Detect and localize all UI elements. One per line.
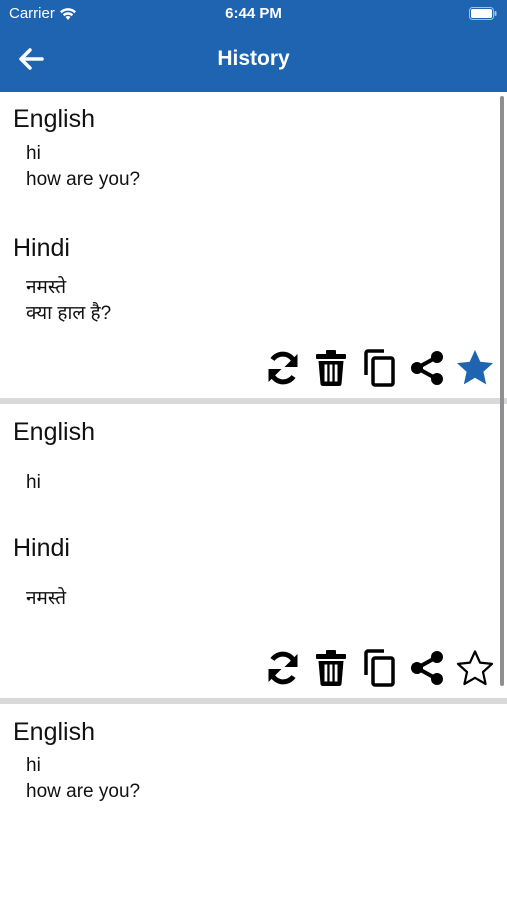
target-language-label: Hindi: [13, 534, 70, 562]
source-text[interactable]: hi how are you?: [26, 141, 140, 193]
text-line: क्या हाल है?: [26, 303, 112, 324]
history-list[interactable]: English hi how are you? Hindi नमस्ते क्य…: [0, 92, 507, 900]
copy-button[interactable]: [359, 648, 399, 688]
history-card: English hi Hindi नमस्ते: [0, 404, 507, 698]
history-card: English hi how are you? Hindi नमस्ते क्य…: [0, 92, 507, 398]
text-line: hi: [26, 143, 41, 164]
text-line: नमस्ते: [26, 588, 67, 609]
nav-bar: History: [0, 28, 507, 92]
target-text[interactable]: नमस्ते: [26, 586, 66, 612]
source-language-label: English: [13, 105, 95, 133]
source-text[interactable]: hi how are you?: [26, 753, 140, 805]
share-icon: [411, 351, 443, 385]
text-line: hi: [26, 755, 41, 776]
favorite-button[interactable]: [455, 348, 495, 388]
target-language-label: Hindi: [13, 234, 70, 262]
delete-button[interactable]: [311, 648, 351, 688]
source-language-label: English: [13, 418, 95, 446]
text-line: hi: [26, 472, 41, 493]
app-header: Carrier 6:44 PM History: [0, 0, 507, 92]
text-line: नमस्ते: [26, 277, 67, 298]
source-text[interactable]: hi: [26, 470, 41, 496]
card-actions: [263, 648, 495, 688]
share-button[interactable]: [407, 648, 447, 688]
card-actions: [263, 348, 495, 388]
copy-icon: [364, 349, 395, 387]
delete-button[interactable]: [311, 348, 351, 388]
target-text[interactable]: नमस्ते क्या हाल है?: [26, 275, 111, 327]
refresh-icon: [268, 651, 298, 685]
star-filled-icon: [457, 350, 493, 385]
text-line: how are you?: [26, 169, 141, 190]
favorite-button[interactable]: [455, 648, 495, 688]
trash-icon: [316, 650, 346, 687]
star-outline-icon: [456, 650, 494, 686]
copy-button[interactable]: [359, 348, 399, 388]
retranslate-button[interactable]: [263, 648, 303, 688]
status-time: 6:44 PM: [225, 5, 282, 22]
text-line: how are you?: [26, 781, 141, 802]
refresh-icon: [268, 351, 298, 385]
retranslate-button[interactable]: [263, 348, 303, 388]
source-language-label: English: [13, 718, 95, 746]
copy-icon: [364, 649, 395, 687]
trash-icon: [316, 350, 346, 387]
share-button[interactable]: [407, 348, 447, 388]
share-icon: [411, 651, 443, 685]
scrollbar[interactable]: [500, 96, 504, 686]
page-title: History: [217, 47, 290, 70]
battery-icon: [469, 7, 497, 20]
history-card: English hi how are you?: [0, 704, 507, 900]
status-bar: Carrier 6:44 PM: [0, 0, 507, 28]
